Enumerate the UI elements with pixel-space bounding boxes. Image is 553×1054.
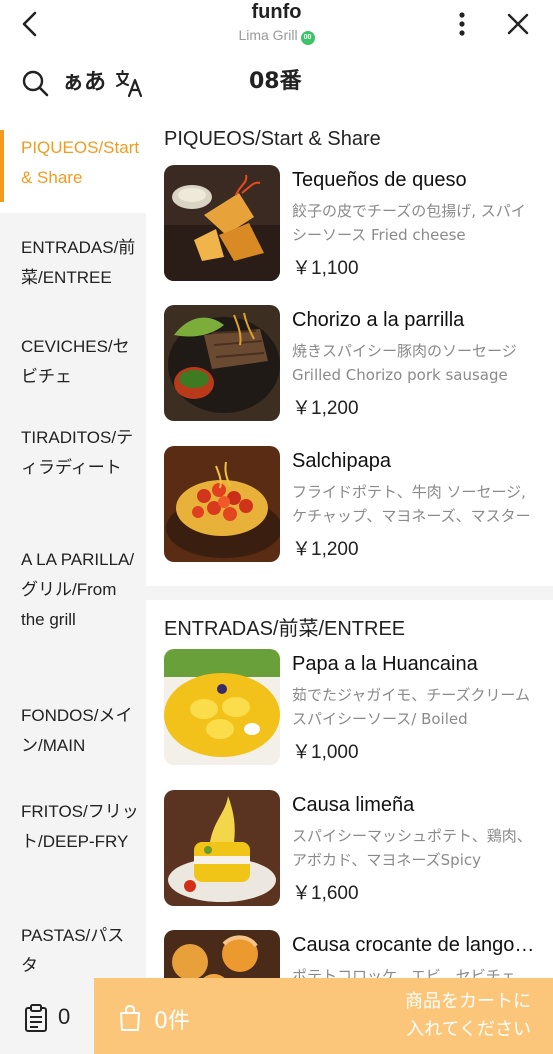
sidebar-item-label: PIQUEOS/Start & Share xyxy=(21,138,140,187)
menu-item[interactable]: Papa a la Huancaina 茹でたジャガイモ、チーズクリームスパイシ… xyxy=(164,649,553,767)
item-description: スパイシーマッシュポテト、鶏肉、アボカド、マヨネーズSpicy mashed p… xyxy=(292,827,532,869)
item-description: フライドポテト、牛肉 ソーセージ, ケチャップ、マヨネーズ、マスタード xyxy=(292,483,531,525)
order-count: 0 xyxy=(58,1004,71,1029)
item-description: 焼きスパイシー豚肉のソーセージ Grilled Chorizo pork sau… xyxy=(292,342,517,384)
item-name: Causa crocante de langostinos xyxy=(292,934,542,956)
item-name: Tequeños de queso xyxy=(292,169,467,191)
restaurant-name-text: Lima Grill xyxy=(238,27,298,43)
toolbar: ぁあ 08番 xyxy=(0,56,553,108)
sidebar-item-label: ENTRADAS/前菜/ENTREE xyxy=(21,238,136,287)
item-name: Salchipapa xyxy=(292,450,391,472)
menu-item[interactable]: Causa limeña スパイシーマッシュポテト、鶏肉、アボカド、マヨネーズS… xyxy=(164,790,553,908)
sidebar-item-ceviches[interactable]: CEVICHES/セビチェ xyxy=(0,329,146,419)
shopping-bag-icon xyxy=(120,1004,140,1031)
kana-toggle-button[interactable]: ぁあ xyxy=(62,68,106,98)
menu-item[interactable]: Chorizo a la parrilla 焼きスパイシー豚肉のソーセージ Gr… xyxy=(164,305,553,423)
item-name: Papa a la Huancaina xyxy=(292,653,478,675)
causa-crocante-photo xyxy=(164,930,280,978)
papa-huancaina-photo xyxy=(164,649,280,765)
cart-count: 0件 xyxy=(154,1009,190,1034)
sidebar-item-label: TIRADITOS/ティラディート xyxy=(21,428,134,477)
add-to-cart-button[interactable]: 商品をカートに入れてください xyxy=(391,988,531,1044)
bottom-bar: 0 0件 商品をカートに入れてください xyxy=(0,978,553,1054)
category-sidebar: PIQUEOS/Start & Share ENTRADAS/前菜/ENTREE… xyxy=(0,118,146,978)
sidebar-item-label: PASTAS/パスタ xyxy=(21,926,125,975)
item-price: ￥1,200 xyxy=(292,539,359,560)
menu-content: PIQUEOS/Start & Share Tequeños de queso … xyxy=(146,118,553,978)
translate-icon xyxy=(116,70,143,98)
sidebar-item-pastas[interactable]: PASTAS/パスタ xyxy=(0,921,146,978)
sidebar-item-tiraditos[interactable]: TIRADITOS/ティラディート xyxy=(0,419,146,545)
sidebar-item-entradas[interactable]: ENTRADAS/前菜/ENTREE xyxy=(0,213,146,329)
item-price: ￥1,600 xyxy=(292,883,359,904)
sidebar-item-label: FRITOS/フリット/DEEP-FRY xyxy=(21,802,139,851)
close-button[interactable] xyxy=(502,8,534,40)
section-title-entradas: ENTRADAS/前菜/ENTREE xyxy=(164,618,406,640)
item-description: 餃子の皮でチーズの包揚げ, スパイシーソース Fried cheese wont… xyxy=(292,202,526,244)
translate-button[interactable] xyxy=(114,68,144,98)
search-icon xyxy=(22,70,49,97)
close-icon xyxy=(507,13,529,35)
table-number: 08番 xyxy=(249,69,302,94)
sidebar-item-parilla[interactable]: A LA PARILLA/グリル/From the grill xyxy=(0,545,146,701)
sidebar-item-fondos[interactable]: FONDOS/メイン/MAIN xyxy=(0,701,146,795)
sidebar-item-fritos[interactable]: FRITOS/フリット/DEEP-FRY xyxy=(0,795,146,921)
item-description: 茹でたジャガイモ、チーズクリームスパイシーソース/ Boiled potatoe… xyxy=(292,686,531,728)
menu-item[interactable]: Salchipapa フライドポテト、牛肉 ソーセージ, ケチャップ、マヨネーズ… xyxy=(164,446,553,564)
verified-badge-icon: 00 xyxy=(300,31,315,45)
more-options-button[interactable] xyxy=(448,8,476,40)
sidebar-item-label: A LA PARILLA/グリル/From the grill xyxy=(21,550,135,629)
sidebar-item-label: FONDOS/メイン/MAIN xyxy=(21,706,133,755)
item-price: ￥1,000 xyxy=(292,742,359,763)
sidebar-item-label: CEVICHES/セビチェ xyxy=(21,337,130,386)
menu-item[interactable]: Causa crocante de langostinos ポテトコロッケ、エビ… xyxy=(164,930,553,978)
order-history-button[interactable]: 0 xyxy=(0,978,94,1054)
item-name: Causa limeña xyxy=(292,794,415,816)
clipboard-icon xyxy=(25,1004,47,1032)
salchipapa-photo xyxy=(164,446,280,562)
causa-limena-photo xyxy=(164,790,280,906)
sidebar-item-piqueos[interactable]: PIQUEOS/Start & Share xyxy=(0,118,146,213)
search-button[interactable] xyxy=(20,68,50,98)
section-title-piqueos: PIQUEOS/Start & Share xyxy=(164,128,381,150)
section-divider xyxy=(146,586,553,600)
cart-area[interactable]: 0件 商品をカートに入れてください xyxy=(94,978,553,1054)
item-description: ポテトコロッケ、エビ、セビチェ xyxy=(292,967,516,978)
item-name: Chorizo a la parrilla xyxy=(292,309,465,331)
fried-wontons-photo xyxy=(164,165,280,281)
item-price: ￥1,100 xyxy=(292,258,359,279)
menu-item[interactable]: Tequeños de queso 餃子の皮でチーズの包揚げ, スパイシーソース… xyxy=(164,165,553,283)
item-price: ￥1,200 xyxy=(292,398,359,419)
grilled-chorizo-photo xyxy=(164,305,280,421)
app-header: funfo Lima Grill 00 xyxy=(0,0,553,52)
vertical-ellipsis-icon xyxy=(459,12,465,36)
